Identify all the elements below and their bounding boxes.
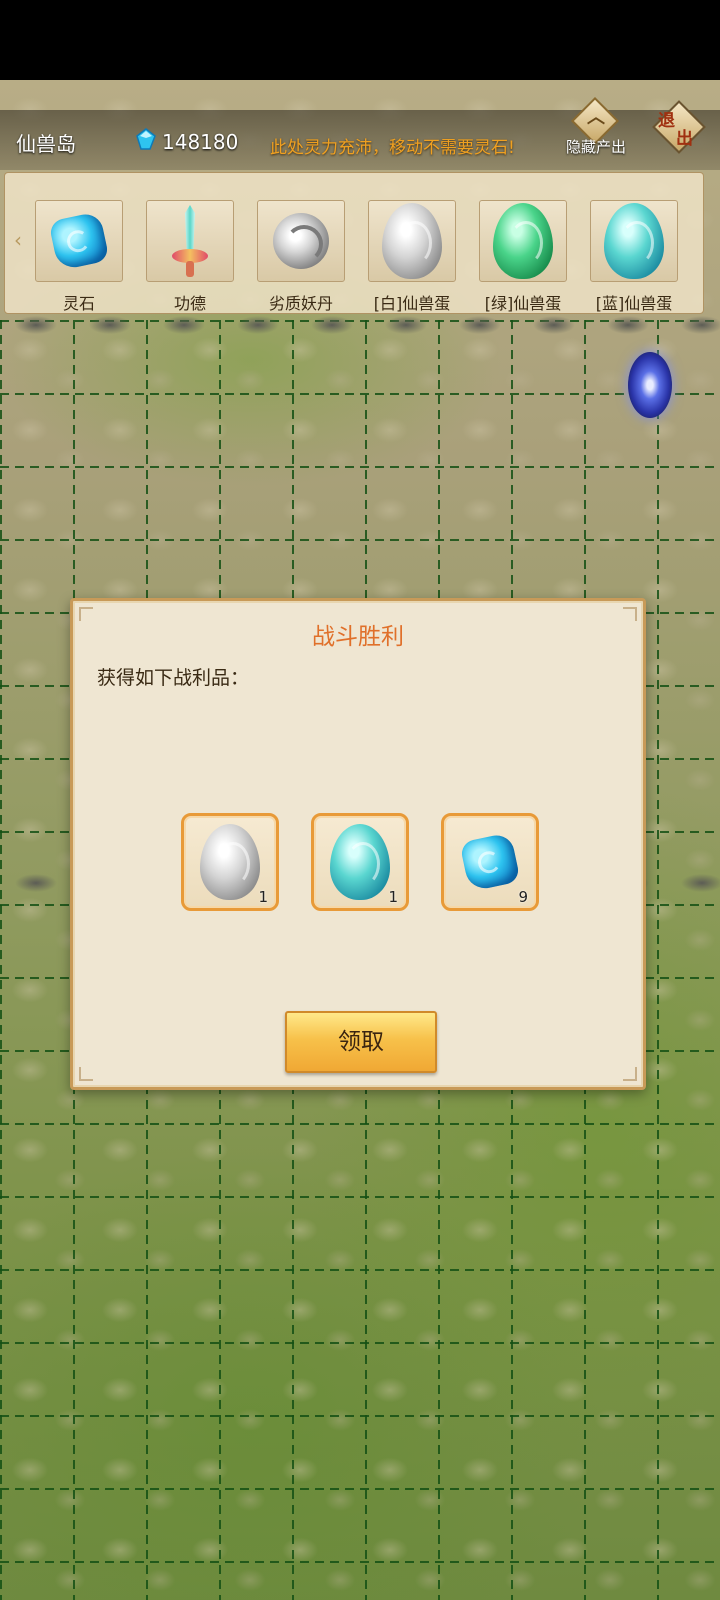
reward-item-blue-egg[interactable]: 1 xyxy=(311,813,409,911)
teleport-portal-icon[interactable] xyxy=(628,352,672,418)
white-egg-icon xyxy=(200,824,260,900)
reward-item-spirit-stone[interactable]: 9 xyxy=(441,813,539,911)
spirit-stone-icon xyxy=(48,211,110,271)
item-slot xyxy=(35,200,123,282)
reward-quantity: 9 xyxy=(518,888,528,906)
reward-quantity: 1 xyxy=(258,888,268,906)
hide-output-button[interactable]: ︿ 隐藏产出 xyxy=(562,96,634,156)
map-name: 仙兽岛 xyxy=(16,132,76,156)
blue-egg-icon xyxy=(604,203,664,279)
exit-button[interactable]: 退 出 xyxy=(652,100,708,156)
strip-item-merit[interactable]: 功德 xyxy=(145,200,235,313)
item-slot xyxy=(257,200,345,282)
reward-item-white-egg[interactable]: 1 xyxy=(181,813,279,911)
item-slot xyxy=(590,200,678,282)
blue-egg-icon xyxy=(330,824,390,900)
strip-item-demon-pill[interactable]: 劣质妖丹 xyxy=(256,200,346,313)
strip-item-white-egg[interactable]: [白]仙兽蛋 xyxy=(367,200,457,313)
demon-pill-icon xyxy=(273,213,329,269)
claim-button[interactable]: 领取 xyxy=(285,1011,437,1073)
chevron-up-icon: ︿ xyxy=(587,107,605,128)
hide-output-label: 隐藏产出 xyxy=(565,138,626,156)
dialog-title: 战斗胜利 xyxy=(312,624,404,650)
green-egg-icon xyxy=(493,203,553,279)
strip-item-spirit-stone[interactable]: 灵石 xyxy=(34,200,124,313)
item-slot xyxy=(479,200,567,282)
corner-ornament xyxy=(79,1067,93,1081)
spirit-stone-icon xyxy=(459,832,521,892)
currency-amount: 148180 xyxy=(162,130,239,154)
item-label: [蓝]仙兽蛋 xyxy=(595,294,673,313)
strip-item-blue-egg[interactable]: [蓝]仙兽蛋 xyxy=(589,200,679,313)
corner-ornament xyxy=(623,1067,637,1081)
reward-quantity: 1 xyxy=(388,888,398,906)
item-label: [白]仙兽蛋 xyxy=(373,294,451,313)
battle-victory-dialog: 战斗胜利 获得如下战利品： 1 1 9 领取 xyxy=(70,598,646,1090)
item-slot xyxy=(368,200,456,282)
exit-label-2: 出 xyxy=(676,129,693,149)
merit-sword-icon xyxy=(172,205,208,277)
item-label: 功德 xyxy=(173,294,206,313)
dialog-subtitle: 获得如下战利品： xyxy=(97,667,250,689)
spirit-stone-currency-icon xyxy=(136,128,156,150)
item-label: [绿]仙兽蛋 xyxy=(484,294,562,313)
white-egg-icon xyxy=(382,203,442,279)
item-label: 灵石 xyxy=(62,294,95,313)
item-label: 劣质妖丹 xyxy=(268,294,333,313)
strip-item-green-egg[interactable]: [绿]仙兽蛋 xyxy=(478,200,568,313)
rock-border-top xyxy=(0,312,720,338)
item-slot xyxy=(146,200,234,282)
notice-text: 此处灵力充沛，移动不需要灵石! xyxy=(270,138,515,158)
chevron-left-icon[interactable]: ‹ xyxy=(14,228,22,252)
exit-label-1: 退 xyxy=(658,111,675,131)
